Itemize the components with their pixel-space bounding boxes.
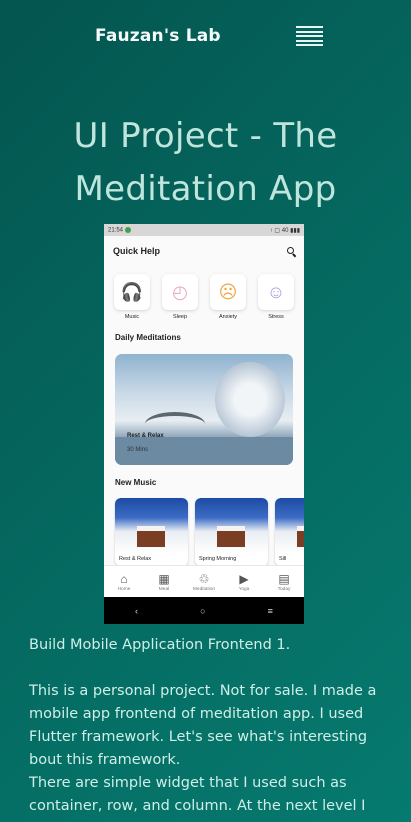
- bottom-nav-label: Meal: [158, 587, 170, 592]
- quick-help-title: Quick Help: [113, 246, 161, 256]
- music-card: Spring Morning: [195, 498, 268, 566]
- bottom-nav-item: ▦ Meal: [146, 572, 182, 592]
- music-card-title: Spring Morning: [199, 556, 237, 562]
- meditation-icon: ♲: [198, 572, 210, 586]
- category-label: Sleep: [172, 314, 188, 320]
- calendar-icon: ▤: [278, 572, 290, 586]
- category-label: Stress: [268, 314, 284, 320]
- feature-card-duration: 30 Mins: [127, 447, 149, 453]
- music-card: Rest & Relax: [115, 498, 188, 566]
- description-paragraph-2: There are simple widget that I used such…: [29, 775, 366, 814]
- category-label: Anxiety: [218, 314, 238, 320]
- phone-status-bar: 21:54 ↑ ▢ 40 ▮▮▮: [104, 224, 304, 236]
- search-icon: [287, 246, 296, 256]
- category-row: 🎧 Music ◴ Sleep ☹ Anxiety ☺ Stress: [114, 274, 294, 320]
- clock-icon: ◴: [162, 274, 198, 310]
- notification-dot-icon: [125, 226, 132, 233]
- app-screenshot: 21:54 ↑ ▢ 40 ▮▮▮ Quick Help 🎧 Music ◴ Sleep…: [104, 224, 304, 624]
- brand-logo-text[interactable]: Fauzan's Lab: [95, 26, 221, 46]
- music-card-row: Rest & Relax Spring Morning Sill: [115, 498, 304, 566]
- bottom-nav-label: Home: [117, 587, 131, 592]
- back-icon: ‹: [135, 605, 139, 616]
- category-item: ◴ Sleep: [162, 274, 198, 320]
- headphones-icon: 🎧: [114, 274, 150, 310]
- meal-icon: ▦: [158, 572, 170, 586]
- sad-face-icon: ☹: [210, 274, 246, 310]
- page-title-line-2: Meditation App: [74, 169, 337, 209]
- category-label: Music: [124, 314, 140, 320]
- music-card: Sill: [275, 498, 304, 566]
- description-paragraph: This is a personal project. Not for sale…: [29, 683, 377, 768]
- page-title-line-1: UI Project - The: [73, 116, 338, 156]
- project-description: Build Mobile Application Frontend 1. Thi…: [29, 634, 389, 818]
- home-circle-icon: ○: [200, 605, 206, 616]
- video-icon: ▶: [239, 572, 249, 586]
- cabin-mountain-image: [275, 498, 304, 554]
- feature-card: Rest & Relax 30 Mins: [115, 354, 293, 465]
- bottom-nav-item: ▤ Today: [266, 572, 302, 592]
- category-item: ☺ Stress: [258, 274, 294, 320]
- status-time: 21:54: [108, 227, 124, 234]
- bottom-nav-item: ⌂ Home: [106, 572, 142, 592]
- category-item: 🎧 Music: [114, 274, 150, 320]
- new-music-title: New Music: [115, 478, 157, 487]
- feature-card-title: Rest & Relax: [127, 433, 164, 439]
- recents-icon: ≡: [267, 605, 273, 616]
- phone-bottom-nav: ⌂ Home ▦ Meal ♲ Meditation ▶ Yoga ▤ Today: [104, 565, 304, 598]
- cabin-mountain-image: [115, 498, 188, 554]
- phone-header: Quick Help: [113, 246, 296, 256]
- home-icon: ⌂: [120, 572, 128, 586]
- snowy-tree-image: [215, 362, 285, 437]
- cabin-mountain-image: [195, 498, 268, 554]
- top-navbar: Fauzan's Lab: [0, 0, 411, 72]
- smile-face-icon: ☺: [258, 274, 294, 310]
- hamburger-icon[interactable]: [296, 26, 323, 47]
- bottom-nav-label: Today: [277, 587, 291, 592]
- status-icons: ↑ ▢ 40 ▮▮▮: [269, 227, 300, 234]
- daily-meditations-title: Daily Meditations: [115, 333, 181, 342]
- bottom-nav-item: ▶ Yoga: [226, 572, 262, 592]
- page-title: UI Project - The Meditation App: [0, 110, 411, 216]
- music-card-title: Rest & Relax: [119, 556, 152, 562]
- description-heading: Build Mobile Application Frontend 1.: [29, 637, 291, 653]
- android-system-bar: ‹ ○ ≡: [104, 597, 304, 624]
- bottom-nav-item: ♲ Meditation: [186, 572, 222, 592]
- category-item: ☹ Anxiety: [210, 274, 246, 320]
- bottom-nav-label: Yoga: [238, 587, 250, 592]
- music-card-title: Sill: [279, 556, 287, 562]
- bottom-nav-label: Meditation: [192, 587, 216, 592]
